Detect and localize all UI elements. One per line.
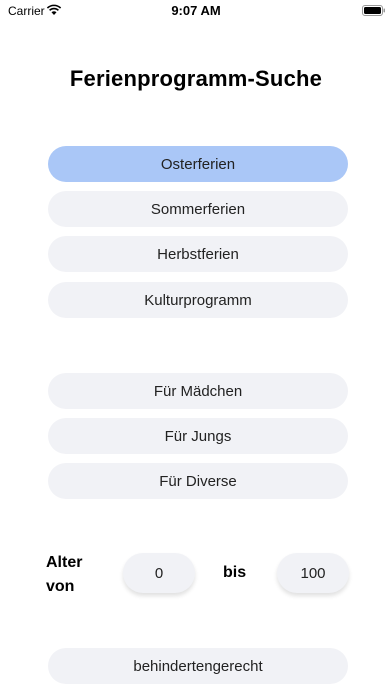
program-button-osterferien[interactable]: Osterferien [48, 146, 348, 182]
program-button-kulturprogramm[interactable]: Kulturprogramm [48, 282, 348, 318]
age-to-input[interactable]: 100 [277, 553, 349, 593]
status-time: 9:07 AM [171, 3, 221, 18]
gender-button-maedchen[interactable]: Für Mädchen [48, 373, 348, 409]
age-from-input[interactable]: 0 [123, 553, 195, 593]
page-title: Ferienprogramm-Suche [69, 66, 323, 91]
program-button-herbstferien[interactable]: Herbstferien [48, 236, 348, 272]
age-label-line1: Alter [46, 554, 83, 571]
age-separator-label: bis [223, 564, 247, 581]
age-label-line2: von [46, 578, 75, 595]
gender-button-diverse[interactable]: Für Diverse [48, 463, 348, 499]
age-label: Alter von [46, 551, 82, 599]
status-bar: Carrier 9:07 AM [0, 0, 392, 22]
accessibility-button[interactable]: behindertengerecht [48, 648, 348, 684]
program-button-sommerferien[interactable]: Sommerferien [48, 191, 348, 227]
gender-button-jungs[interactable]: Für Jungs [48, 418, 348, 454]
battery-icon [362, 5, 385, 16]
